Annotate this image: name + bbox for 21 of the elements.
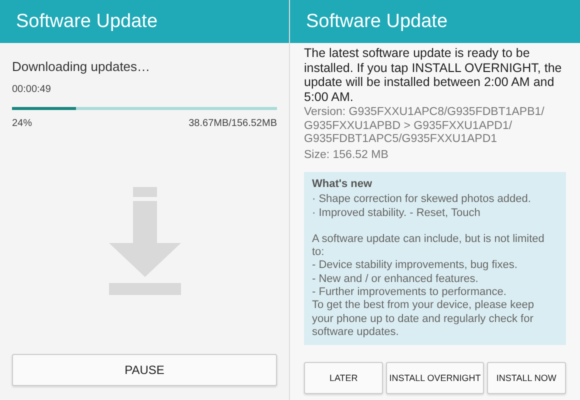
later-button[interactable]: LATER [304,362,384,394]
elapsed-time: 00:00:49 [12,84,52,95]
progress-percent: 24% [12,118,32,129]
closing-text: To get the best from your device, please keep your phone up to date and regularly check for software updates. [312,299,535,340]
install-now-button[interactable]: INSTALL NOW [486,362,566,394]
intro-text: A software update can include, but is not limited to: [312,232,546,260]
app-title: Software Update [0,0,289,43]
version-text: Version: G935FXXU1APC8/G935FDBT1APB1/ G935FXXU1APBD > G935FXXU1APD1/ G935FDBT1APC5/G935FXXU1APD1 [304,106,546,146]
download-status: Downloading updates… [12,59,152,74]
pause-button[interactable]: PAUSE [12,354,277,386]
install-overnight-button[interactable]: INSTALL OVERNIGHT [386,362,484,394]
app-title: Software Update [290,0,580,43]
size-text: Size: 156.52 MB [304,148,390,162]
change-item: · Improved stability. - Reset, Touch [312,206,482,220]
change-item: · Shape correction for skewed photos added. [312,193,532,207]
update-message: The latest software update is ready to be installed. If you tap INSTALL OVERNIGHT, the update will be installed between 2:00 AM and 5:00 AM. [304,46,563,104]
feature-item: - Further improvements to performance. [312,286,508,300]
download-size: 38.67MB/156.52MB [188,118,277,129]
feature-item: - New and / or enhanced features. [312,272,480,286]
feature-item: - Device stability improvements, bug fixes. [312,259,518,273]
whats-new-heading: What's new [312,178,374,192]
